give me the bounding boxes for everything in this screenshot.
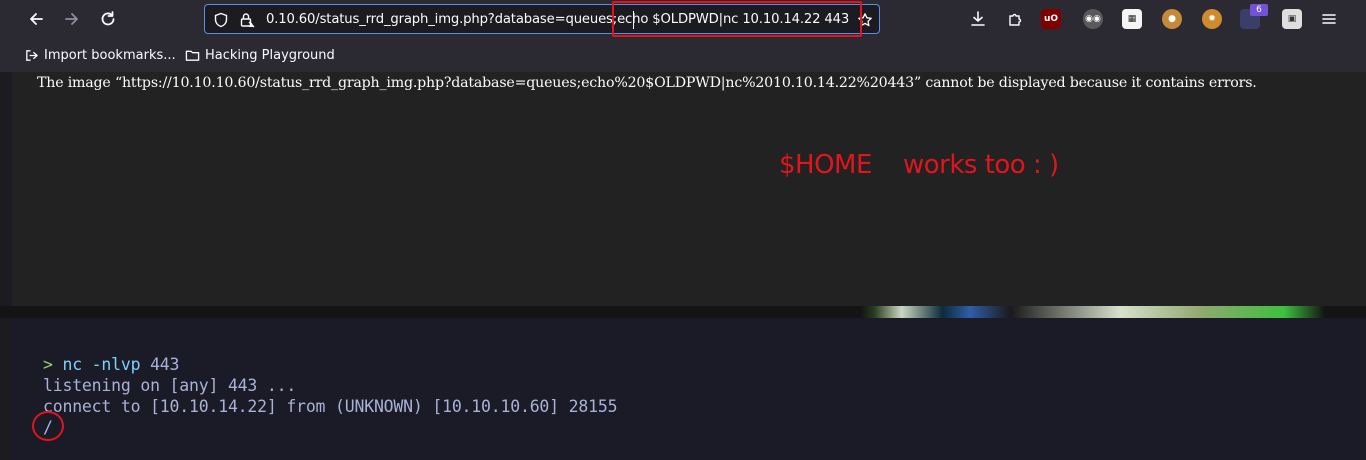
bookmarks-toolbar: Import bookmarks... Hacking Playground <box>0 38 1366 72</box>
shield-icon[interactable] <box>212 11 230 29</box>
bookmark-label: Import bookmarks... <box>44 47 176 63</box>
qr-code-icon[interactable]: ▦ <box>1122 9 1142 29</box>
reload-icon <box>101 11 115 26</box>
cookie-icon[interactable]: ● <box>1162 9 1182 29</box>
red-annotation-text: $HOME works too : ) <box>779 150 1059 180</box>
url-annotation-box <box>612 1 862 37</box>
command-name: nc <box>62 355 82 374</box>
import-icon <box>26 49 38 61</box>
app-menu-button[interactable] <box>1316 6 1342 32</box>
puzzle-icon <box>1009 13 1022 26</box>
terminal-output-connect: connect to [10.10.14.22] from (UNKNOWN) … <box>43 397 618 416</box>
wallpaper-strip <box>0 306 1366 318</box>
image-error-message: The image “https://10.10.10.60/status_rr… <box>37 75 1257 91</box>
back-arrow-icon <box>30 13 43 25</box>
reload-button[interactable] <box>95 6 121 32</box>
download-icon <box>971 11 985 26</box>
insecure-lock-icon[interactable] <box>238 11 256 29</box>
browser-toolbar: 0.10.60/status_rrd_graph_img.php?databas… <box>0 0 1366 38</box>
extensions-button[interactable] <box>1002 6 1028 32</box>
page-viewport: The image “https://10.10.10.60/status_rr… <box>12 72 1366 306</box>
extension-badge-icon[interactable]: ✹ <box>1202 9 1222 29</box>
terminal-command-line: > nc -nlvp 443 <box>43 354 179 375</box>
terminal-window[interactable]: > nc -nlvp 443 listening on [any] 443 ..… <box>12 318 1366 460</box>
ublock-origin-icon[interactable]: uO <box>1041 9 1061 29</box>
bookmark-folder-hacking-playground[interactable]: Hacking Playground <box>185 46 335 64</box>
forward-button[interactable] <box>59 6 85 32</box>
forward-arrow-icon <box>65 13 78 25</box>
container-icon[interactable]: ▣ <box>1282 9 1302 29</box>
hamburger-menu-icon <box>1322 14 1336 24</box>
command-port: 443 <box>150 355 180 374</box>
extension-count-badge: 6 <box>1250 4 1268 16</box>
bookmark-label: Hacking Playground <box>205 47 335 63</box>
command-flags: -nlvp <box>91 355 141 374</box>
downloads-button[interactable] <box>965 6 991 32</box>
output-annotation-circle <box>32 411 64 441</box>
terminal-output-listening: listening on [any] 443 ... <box>43 376 297 395</box>
back-button[interactable] <box>23 6 49 32</box>
extension-owl-icon[interactable]: ◉◉ <box>1083 9 1103 29</box>
prompt-symbol: > <box>43 355 53 374</box>
folder-icon <box>185 50 200 61</box>
bookmark-import[interactable]: Import bookmarks... <box>24 46 176 64</box>
